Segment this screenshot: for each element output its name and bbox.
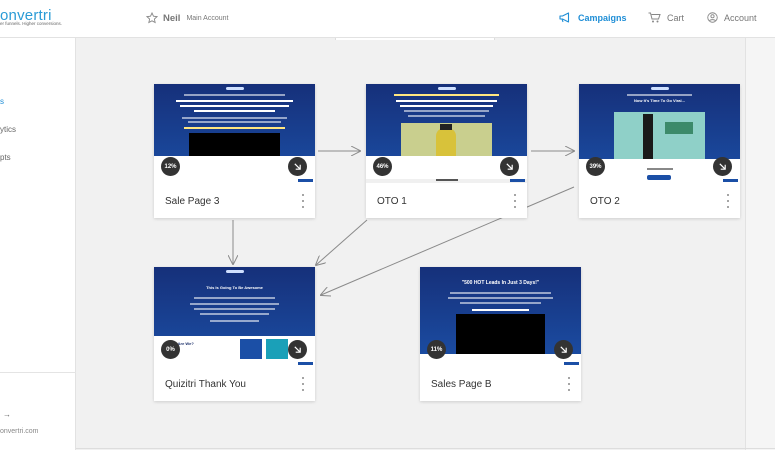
more-options-icon[interactable] xyxy=(300,377,306,391)
arrow-down-right-icon xyxy=(506,163,513,170)
nav-label: Account xyxy=(724,12,757,23)
user-info: Neil Main Account xyxy=(146,12,228,24)
cart-icon xyxy=(648,12,661,23)
page-card[interactable]: 46% OTO 1 xyxy=(366,84,527,218)
thumbnail-headline: This Is Going To Be Awesome xyxy=(206,285,263,290)
page-title: Sale Page 3 xyxy=(165,196,220,207)
sidebar-item-scripts[interactable]: pts xyxy=(0,153,11,162)
star-icon xyxy=(146,12,158,24)
conversion-badge: 0% xyxy=(161,340,180,359)
arrow-down-right-icon xyxy=(294,163,301,170)
website-link[interactable]: onvertri.com xyxy=(0,428,39,435)
sidebar: s ytics pts → onvertri.com xyxy=(0,38,76,450)
nav-campaigns[interactable]: Campaigns xyxy=(559,12,627,23)
top-header: onvertri er funnels. Higher conversions.… xyxy=(0,0,775,38)
user-circle-icon xyxy=(707,12,718,23)
arrow-right-icon[interactable]: → xyxy=(3,410,11,419)
open-page-button[interactable] xyxy=(288,340,307,359)
conversion-badge: 12% xyxy=(161,157,180,176)
arrow-down-right-icon xyxy=(294,346,301,353)
page-card[interactable]: This Is Going To Be Awesome Who Are We? … xyxy=(154,267,315,401)
nav-label: Campaigns xyxy=(578,12,627,23)
page-title: Quizitri Thank You xyxy=(165,379,246,390)
more-options-icon[interactable] xyxy=(566,377,572,391)
conversion-badge: 39% xyxy=(586,157,605,176)
megaphone-icon xyxy=(559,12,570,23)
nav-cart[interactable]: Cart xyxy=(648,12,684,23)
user-name: Neil xyxy=(163,12,181,24)
open-page-button[interactable] xyxy=(500,157,519,176)
more-options-icon[interactable] xyxy=(725,194,731,208)
page-title: Sales Page B xyxy=(431,379,492,390)
open-page-button[interactable] xyxy=(713,157,732,176)
sidebar-item-campaigns[interactable]: s xyxy=(0,97,4,106)
account-type: Main Account xyxy=(186,14,229,22)
connector-arrow xyxy=(316,219,368,265)
open-page-button[interactable] xyxy=(554,340,573,359)
arrow-down-right-icon xyxy=(560,346,567,353)
thumbnail-headline: Now It's Time To Go Viral... xyxy=(634,98,685,103)
page-title: OTO 2 xyxy=(590,196,620,207)
page-card[interactable]: Now It's Time To Go Viral... 39% OTO 2 xyxy=(579,84,740,218)
nav-label: Cart xyxy=(667,12,685,23)
funnel-canvas[interactable]: 12% Sale Page 3 46% OTO 1 Now It's Time … xyxy=(76,38,775,450)
page-card[interactable]: 12% Sale Page 3 xyxy=(154,84,315,218)
open-page-button[interactable] xyxy=(288,157,307,176)
page-title: OTO 1 xyxy=(377,196,407,207)
thumbnail-headline: "500 HOT Leads In Just 3 Days!" xyxy=(461,280,540,286)
nav-account[interactable]: Account xyxy=(707,12,757,23)
conversion-badge: 11% xyxy=(427,340,446,359)
sidebar-divider xyxy=(0,372,76,373)
sidebar-item-analytics[interactable]: ytics xyxy=(0,125,16,134)
more-options-icon[interactable] xyxy=(512,194,518,208)
conversion-badge: 46% xyxy=(373,157,392,176)
more-options-icon[interactable] xyxy=(300,194,306,208)
brand-tagline: er funnels. Higher conversions. xyxy=(0,21,63,26)
page-card[interactable]: "500 HOT Leads In Just 3 Days!" 11% Sale… xyxy=(420,267,581,401)
arrow-down-right-icon xyxy=(719,163,726,170)
